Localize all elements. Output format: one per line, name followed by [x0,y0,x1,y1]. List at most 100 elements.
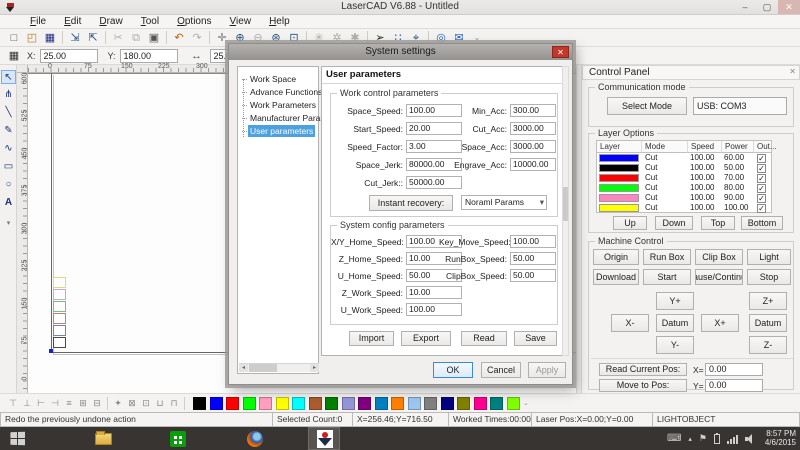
touch-keyboard-icon[interactable]: ⌨ [667,433,681,444]
flip-vertical-icon[interactable]: ⊤ [6,396,20,410]
layer-down-button[interactable]: Down [655,216,693,230]
layer-speed-cell[interactable]: 100.00 [690,183,714,193]
params-dropdown[interactable]: Noraml Params [461,195,547,210]
file-explorer-icon[interactable] [95,433,112,445]
light-button[interactable]: Light [747,249,791,265]
dialog-close-button[interactable]: ✕ [552,46,569,58]
palette-color[interactable] [243,397,256,410]
lasercad-taskbar-icon[interactable] [308,427,340,450]
align-right-icon[interactable]: ⊟ [90,396,104,410]
menu-edit[interactable]: Edit [64,16,81,27]
select-mode-button[interactable]: Select Mode [607,97,687,115]
run-box-button[interactable]: Run Box [643,249,691,265]
palette-color[interactable] [441,397,454,410]
layer-color-swatch[interactable] [599,204,639,212]
col-header-layer[interactable]: Layer [597,141,642,153]
dialog-scrollbar[interactable] [562,66,569,356]
layer-up-button[interactable]: Up [613,216,647,230]
menu-file[interactable]: File [30,16,46,27]
speed-factor-field[interactable]: 3.00 [406,140,462,153]
curve-tool[interactable]: ∿ [1,142,16,156]
firefox-icon[interactable] [247,431,263,447]
read-button[interactable]: Read [461,331,507,346]
windows-store-icon[interactable] [170,431,186,447]
ungroup-icon[interactable]: ⊔ [153,396,167,410]
start-speed-field[interactable]: 20.00 [406,122,462,135]
palette-color[interactable] [507,397,520,410]
palette-color[interactable] [276,397,289,410]
layer-color-swatch[interactable] [599,184,639,192]
datum-z-button[interactable]: Datum [749,314,787,332]
jog-y-minus-button[interactable]: Y- [656,336,694,354]
close-button[interactable]: ✕ [778,0,800,14]
undo-icon[interactable]: ↶ [170,30,188,46]
runbox-speed-field[interactable]: 50.00 [510,252,556,265]
palette-color[interactable] [193,397,206,410]
cancel-button[interactable]: Cancel [481,362,521,378]
layer-output-checkbox[interactable] [757,164,766,173]
export-icon[interactable]: ⇱ [84,30,102,46]
col-header-mode[interactable]: Mode [642,141,688,153]
origin-button[interactable]: Origin [593,249,639,265]
layer-output-checkbox[interactable] [757,174,766,183]
palette-color[interactable] [358,397,371,410]
mirror-icon[interactable]: ⊢ [34,396,48,410]
z-work-speed-field[interactable]: 10.00 [406,286,462,299]
palette-color[interactable] [457,397,470,410]
canvas-object-rect[interactable] [53,301,66,312]
palette-color[interactable] [342,397,355,410]
start-button[interactable]: Start [643,269,691,285]
menu-draw[interactable]: Draw [99,16,122,27]
array-icon[interactable]: ⊠ [125,396,139,410]
import-icon[interactable]: ⇲ [66,30,84,46]
pause-continue-button[interactable]: Pause/Continue [695,269,743,285]
palette-color[interactable] [309,397,322,410]
node-edit-tool[interactable]: ⋔ [1,88,16,102]
select-tool[interactable]: ↖ [1,70,16,84]
jog-z-minus-button[interactable]: Z- [749,336,787,354]
palette-color[interactable] [375,397,388,410]
jog-y-plus-button[interactable]: Y+ [656,292,694,310]
layer-output-checkbox[interactable] [757,204,766,213]
save-button[interactable]: Save [514,331,557,346]
tray-expand-icon[interactable]: ▴ [688,435,692,443]
layer-power-cell[interactable]: 60.00 [724,153,744,163]
min-acc-field[interactable]: 300.00 [510,104,556,117]
tree-item-work-space[interactable]: Work Space [248,73,298,85]
layer-power-cell[interactable]: 70.00 [724,173,744,183]
palette-color[interactable] [391,397,404,410]
x-position-field[interactable]: 25.00 [40,49,98,63]
pos-y-field[interactable]: 0.00 [705,379,763,392]
layer-power-cell[interactable]: 80.00 [724,183,744,193]
palette-more-icon[interactable]: ⌄ [523,399,529,407]
rotate-icon[interactable]: ⊣ [48,396,62,410]
menu-view[interactable]: View [230,16,252,27]
flip-horizontal-icon[interactable]: ⊥ [20,396,34,410]
stop-button[interactable]: Stop [747,269,791,285]
minimize-button[interactable]: – [734,0,756,14]
tree-item-user-parameters[interactable]: User parameters [248,125,315,137]
start-button-icon[interactable] [10,432,25,445]
layer-top-button[interactable]: Top [701,216,735,230]
new-icon[interactable]: □ [5,30,23,46]
layer-mode-cell[interactable]: Cut [645,203,657,213]
palette-color[interactable] [226,397,239,410]
layer-mode-cell[interactable]: Cut [645,183,657,193]
tree-hscrollbar[interactable]: ◂ ▸ [239,363,319,372]
pen-tool[interactable]: ✎ [1,124,16,138]
layer-bottom-button[interactable]: Bottom [741,216,783,230]
copy-icon[interactable]: ⧉ [127,30,145,46]
canvas-object-rect[interactable] [53,337,66,348]
menu-options[interactable]: Options [177,16,211,27]
group-icon[interactable]: ⊡ [139,396,153,410]
palette-color[interactable] [424,397,437,410]
download-button[interactable]: Download [593,269,639,285]
key-move-speed-field[interactable]: 100.00 [510,235,556,248]
read-current-pos-button[interactable]: Read Current Pos: [599,363,687,376]
tools-more-icon[interactable]: ▾ [1,217,16,231]
palette-color[interactable] [474,397,487,410]
export-button[interactable]: Export [401,331,451,346]
menu-help[interactable]: Help [269,16,290,27]
cut-acc-field[interactable]: 3000.00 [510,122,556,135]
col-header-power[interactable]: Power [722,141,754,153]
